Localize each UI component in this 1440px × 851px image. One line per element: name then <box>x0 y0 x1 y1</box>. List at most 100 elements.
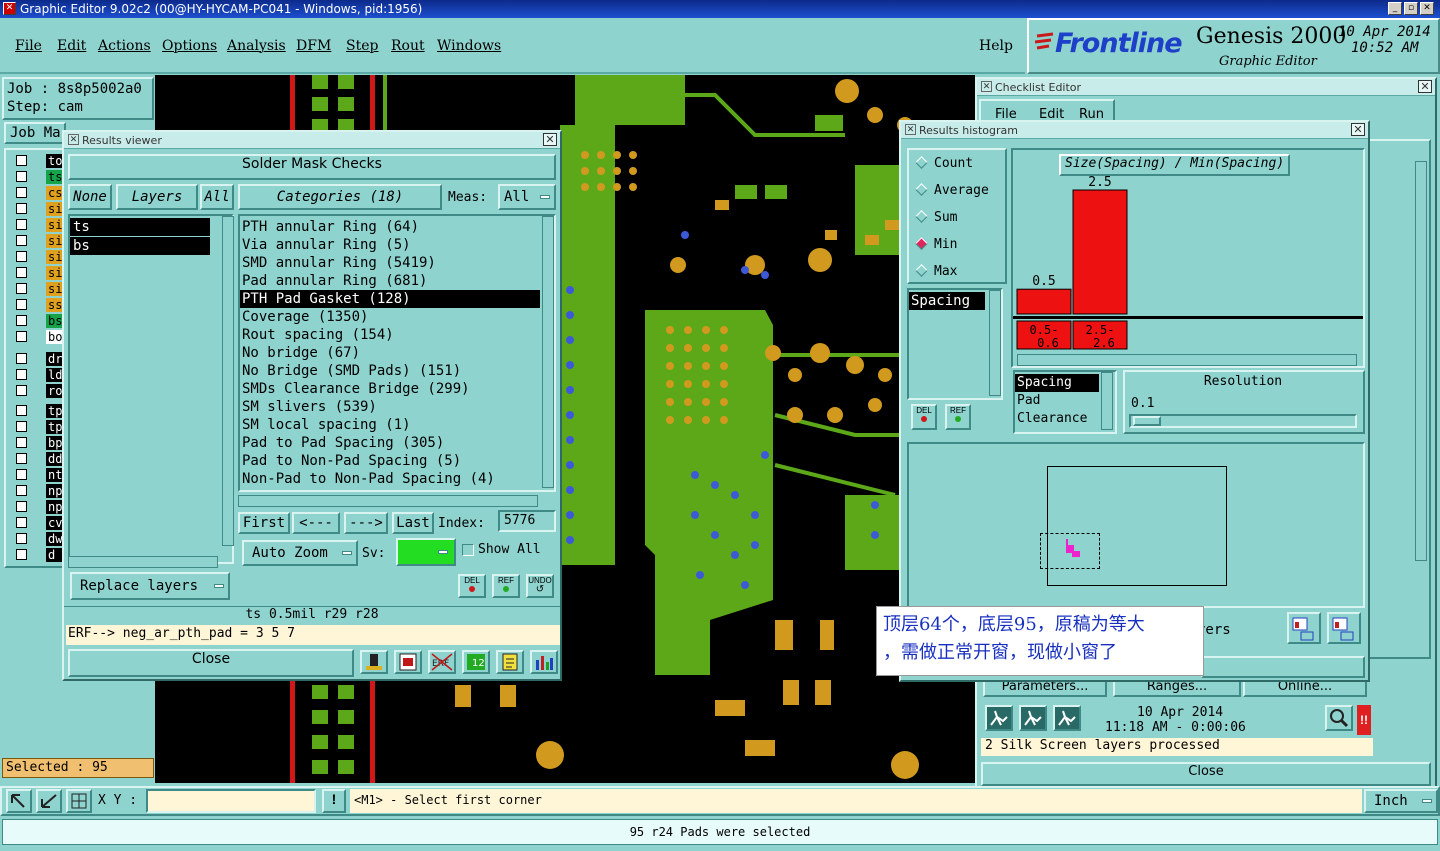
histogram-hscroll[interactable] <box>1017 354 1357 366</box>
categories-button[interactable]: Categories (18) <box>238 184 442 210</box>
layer-checkbox[interactable] <box>16 453 27 464</box>
layer-checkbox[interactable] <box>16 267 27 278</box>
units-dropdown[interactable]: Inch <box>1364 789 1438 813</box>
layer-list-scrollbar[interactable] <box>222 216 234 546</box>
run-from-icon[interactable] <box>1053 705 1081 731</box>
mode-radio-max[interactable]: Max <box>915 264 957 279</box>
auto-zoom-dropdown[interactable]: Auto Zoom <box>242 540 358 566</box>
layer-checkbox[interactable] <box>16 385 27 396</box>
layer-checkbox[interactable] <box>16 533 27 544</box>
job-matrix-button[interactable]: Job Ma <box>4 122 66 144</box>
category-item[interactable]: No Bridge (SMD Pads) (151) <box>240 362 540 380</box>
category-item[interactable]: Pad to Pad Spacing (305) <box>240 434 540 452</box>
chart-icon[interactable] <box>530 650 558 674</box>
category-list-hscroll[interactable] <box>238 495 538 507</box>
hist-left-scrollbar[interactable] <box>989 290 1001 396</box>
last-button[interactable]: Last <box>392 512 434 534</box>
category-item[interactable]: SM local spacing (1) <box>240 416 540 434</box>
category-item[interactable]: Pad to Non-Pad Spacing (5) <box>240 452 540 470</box>
layers-icon[interactable]: 12 <box>462 650 490 674</box>
measure-tool-icon[interactable] <box>36 789 62 813</box>
hist-bottom-spacing[interactable]: Spacing <box>1015 374 1099 392</box>
layer-checkbox[interactable] <box>16 155 27 166</box>
hist-bottom-pad[interactable]: Pad <box>1015 392 1099 410</box>
menu-actions[interactable]: Actions <box>98 38 151 54</box>
alert-icon[interactable]: !! <box>1357 705 1371 735</box>
resolution-slider[interactable] <box>1129 414 1357 428</box>
maximize-button[interactable]: ▫ <box>1404 2 1418 15</box>
checklist-close-button[interactable]: Close <box>981 762 1431 786</box>
menu-step[interactable]: Step <box>346 38 378 54</box>
none-button[interactable]: None <box>68 184 112 210</box>
menu-help[interactable]: Help <box>979 38 1013 54</box>
layer-checkbox[interactable] <box>16 437 27 448</box>
erf-icon[interactable]: ERF <box>428 650 456 674</box>
category-list-scrollbar[interactable] <box>542 216 554 488</box>
measure-icon[interactable] <box>360 650 388 674</box>
hist-view-icon-1[interactable] <box>1287 612 1321 644</box>
hist-bottom-scrollbar[interactable] <box>1101 372 1113 430</box>
layer-checkbox[interactable] <box>16 315 27 326</box>
mode-radio-count[interactable]: Count <box>915 156 973 171</box>
results-viewer-close-icon[interactable]: ✕ <box>543 133 557 146</box>
layer-result-bs[interactable]: bs <box>70 237 210 255</box>
undo-button[interactable]: UNDO ↺ <box>526 574 554 598</box>
run-selected-icon[interactable] <box>1019 705 1047 731</box>
window-menu-icon[interactable]: ✕ <box>68 134 79 145</box>
window-menu-icon[interactable]: ✕ <box>905 124 916 135</box>
layer-result-ts[interactable]: ts <box>70 218 210 236</box>
info-icon[interactable]: ! <box>322 789 346 813</box>
layer-checkbox[interactable] <box>16 353 27 364</box>
menu-dfm[interactable]: DFM <box>296 38 331 54</box>
layer-checkbox[interactable] <box>16 219 27 230</box>
layer-checkbox[interactable] <box>16 187 27 198</box>
layer-checkbox[interactable] <box>16 421 27 432</box>
layer-checkbox[interactable] <box>16 501 27 512</box>
mode-radio-sum[interactable]: Sum <box>915 210 957 225</box>
category-item[interactable]: No bridge (67) <box>240 344 540 362</box>
hist-del-button[interactable]: DEL <box>911 404 937 430</box>
index-input[interactable]: 5776 <box>498 510 556 532</box>
grid-icon[interactable] <box>66 789 92 813</box>
results-close-button[interactable]: Close <box>68 649 354 677</box>
hist-view-icon-2[interactable] <box>1327 612 1361 644</box>
menu-analysis[interactable]: Analysis <box>227 38 286 54</box>
mode-radio-min[interactable]: Min <box>915 237 957 252</box>
histogram-bar[interactable] <box>1016 288 1072 315</box>
category-item[interactable]: Via annular Ring (5) <box>240 236 540 254</box>
layer-checkbox[interactable] <box>16 549 27 560</box>
ref-button[interactable]: REF <box>492 574 520 598</box>
hist-left-item-spacing[interactable]: Spacing <box>909 292 985 310</box>
category-item[interactable]: Coverage (1350) <box>240 308 540 326</box>
layer-checkbox[interactable] <box>16 171 27 182</box>
menu-file[interactable]: File <box>15 38 42 54</box>
del-button[interactable]: DEL <box>458 574 486 598</box>
sv-color-dropdown[interactable] <box>396 538 456 566</box>
window-menu-icon[interactable]: ✕ <box>981 81 992 92</box>
prev-button[interactable]: <--- <box>292 512 340 534</box>
layer-checkbox[interactable] <box>16 331 27 342</box>
category-item[interactable]: SMD annular Ring (5419) <box>240 254 540 272</box>
notes-icon[interactable] <box>496 650 524 674</box>
xy-input[interactable] <box>146 789 316 813</box>
category-item[interactable]: PTH Pad Gasket (128) <box>240 290 540 308</box>
first-button[interactable]: First <box>238 512 290 534</box>
layer-checkbox[interactable] <box>16 235 27 246</box>
checklist-scrollbar[interactable] <box>1415 161 1427 561</box>
layer-checkbox[interactable] <box>16 203 27 214</box>
menu-edit[interactable]: Edit <box>57 38 86 54</box>
histogram-close-icon[interactable]: ✕ <box>1351 123 1365 136</box>
replace-layers-dropdown[interactable]: Replace layers <box>70 572 230 600</box>
hist-bottom-clearance[interactable]: Clearance <box>1015 410 1099 428</box>
next-button[interactable]: ---> <box>344 512 388 534</box>
zoom-icon[interactable] <box>1325 705 1353 731</box>
minimize-button[interactable]: _ <box>1388 2 1402 15</box>
report-icon[interactable] <box>394 650 422 674</box>
all-layers-button[interactable]: All <box>200 184 234 210</box>
layer-checkbox[interactable] <box>16 517 27 528</box>
select-arrow-icon[interactable] <box>6 789 32 813</box>
menu-rout[interactable]: Rout <box>391 38 425 54</box>
layer-checkbox[interactable] <box>16 251 27 262</box>
histogram-bar[interactable] <box>1072 189 1128 315</box>
category-item[interactable]: Pad annular Ring (681) <box>240 272 540 290</box>
